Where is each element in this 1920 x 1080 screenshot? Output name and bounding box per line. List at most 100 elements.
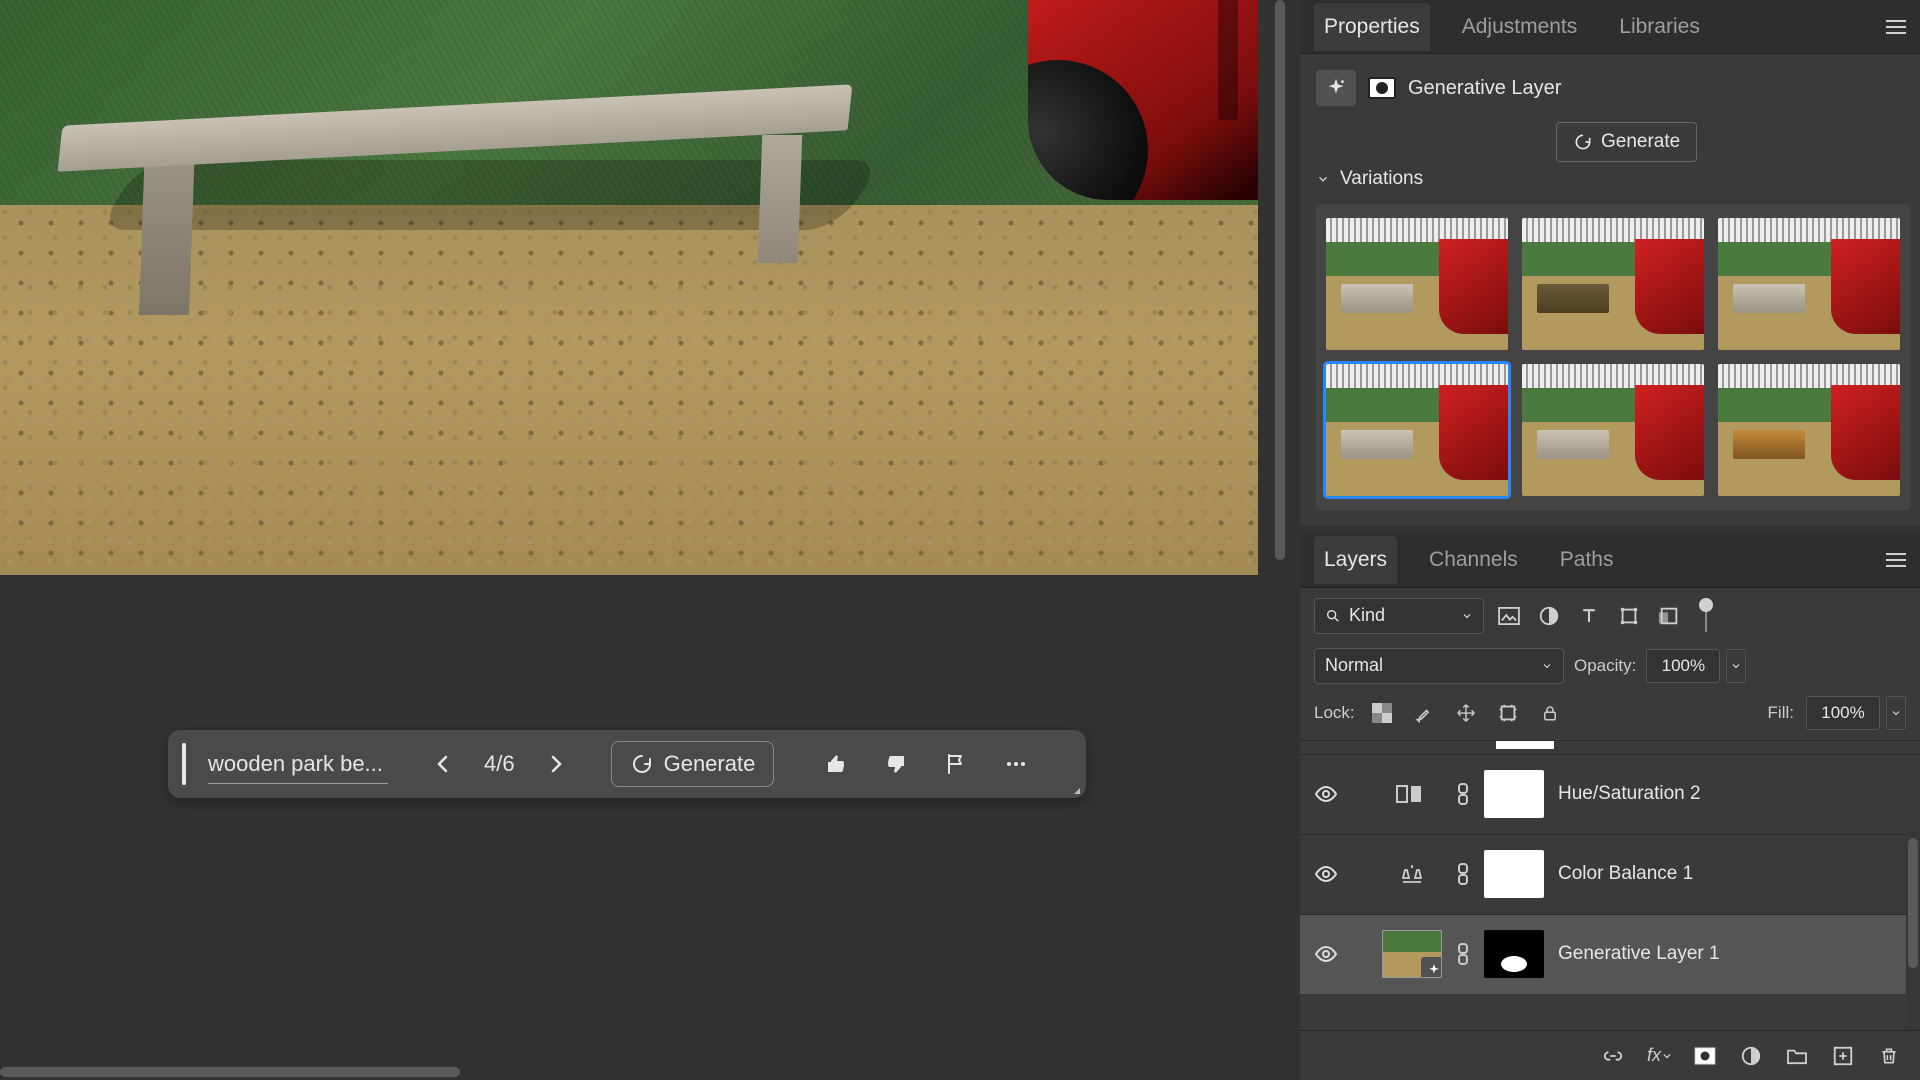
variation-thumb-3[interactable]	[1718, 218, 1900, 350]
drag-handle[interactable]	[182, 743, 186, 785]
report-button[interactable]	[944, 752, 968, 776]
thumbs-up-button[interactable]	[824, 752, 848, 776]
visibility-toggle[interactable]	[1314, 942, 1338, 966]
lock-icon	[1541, 703, 1559, 723]
layer-name: Hue/Saturation 2	[1558, 783, 1701, 805]
link-layers-button[interactable]	[1600, 1043, 1626, 1069]
shape-icon	[1618, 605, 1640, 627]
chevron-left-icon	[431, 752, 455, 776]
vertical-scrollbar[interactable]	[1272, 0, 1288, 1080]
document-image[interactable]	[0, 0, 1258, 575]
lock-pixels[interactable]	[1409, 698, 1439, 728]
layer-hue-saturation[interactable]: Hue/Saturation 2	[1300, 754, 1920, 834]
variation-thumb-2[interactable]	[1522, 218, 1704, 350]
properties-panel-menu[interactable]	[1886, 20, 1906, 34]
visibility-toggle[interactable]	[1314, 862, 1338, 886]
more-options-button[interactable]	[1004, 752, 1028, 776]
new-group-button[interactable]	[1784, 1043, 1810, 1069]
opacity-value[interactable]: 100%	[1646, 649, 1720, 683]
add-mask-button[interactable]	[1692, 1043, 1718, 1069]
panel-generate-button[interactable]: Generate	[1556, 122, 1697, 162]
contextual-task-bar: 4/6 Generate	[168, 730, 1086, 798]
new-layer-button[interactable]	[1830, 1043, 1856, 1069]
filter-type-layers[interactable]	[1574, 601, 1604, 631]
variation-thumb-5[interactable]	[1522, 364, 1704, 496]
adjustment-thumb	[1382, 770, 1442, 818]
filter-kind-dropdown[interactable]: Kind	[1314, 598, 1484, 634]
add-adjustment-button[interactable]	[1738, 1043, 1764, 1069]
fill-label[interactable]: Fill:	[1768, 703, 1794, 723]
lock-position[interactable]	[1451, 698, 1481, 728]
variation-thumb-4[interactable]	[1326, 364, 1508, 496]
layer-image-thumb[interactable]	[1382, 930, 1442, 978]
move-icon	[1455, 702, 1477, 724]
fill-flyout[interactable]	[1886, 696, 1906, 730]
link-icon[interactable]	[1456, 862, 1470, 886]
fill-value[interactable]: 100%	[1806, 696, 1880, 730]
thumbs-up-icon	[824, 752, 848, 776]
layer-mask-thumb[interactable]	[1484, 770, 1544, 818]
link-icon[interactable]	[1456, 942, 1470, 966]
next-variation-button[interactable]	[541, 749, 571, 779]
horizontal-scrollbar[interactable]	[0, 1064, 1258, 1080]
layer-mask-thumb[interactable]	[1484, 930, 1544, 978]
chevron-down-icon	[1730, 660, 1742, 672]
sparkle-icon	[1325, 77, 1347, 99]
layer-mask-thumb[interactable]	[1484, 850, 1544, 898]
tab-paths[interactable]: Paths	[1550, 536, 1624, 584]
mask-icon	[1694, 1047, 1716, 1065]
layers-panel-body: Kind Normal Opacity: 100%	[1300, 588, 1920, 1080]
generative-layer-icon	[1316, 70, 1356, 106]
variations-toggle[interactable]: Variations	[1316, 168, 1910, 190]
layer-effects-button[interactable]: fx	[1646, 1043, 1672, 1069]
layer-mask-icon	[1368, 77, 1396, 99]
blend-mode-dropdown[interactable]: Normal	[1314, 648, 1564, 684]
brush-icon	[1414, 703, 1434, 723]
filter-pixel-layers[interactable]	[1494, 601, 1524, 631]
layers-panel-menu[interactable]	[1886, 553, 1906, 567]
variation-thumb-6[interactable]	[1718, 364, 1900, 496]
partial-layer-above[interactable]	[1300, 740, 1920, 754]
filter-shape-layers[interactable]	[1614, 601, 1644, 631]
variation-counter: 4/6	[474, 751, 525, 777]
lock-all[interactable]	[1535, 698, 1565, 728]
blend-mode-value: Normal	[1325, 655, 1383, 676]
thumbs-down-button[interactable]	[884, 752, 908, 776]
tab-channels[interactable]: Channels	[1419, 536, 1528, 584]
folder-icon	[1786, 1047, 1808, 1065]
variation-thumb-1[interactable]	[1326, 218, 1508, 350]
filter-smart-objects[interactable]	[1654, 601, 1684, 631]
filter-kind-label: Kind	[1349, 605, 1385, 626]
bench-object	[60, 105, 850, 365]
properties-panel-body: Generative Layer Generate Variations	[1300, 54, 1920, 526]
tab-libraries[interactable]: Libraries	[1609, 3, 1710, 51]
filter-toggle[interactable]	[1702, 600, 1716, 632]
prompt-input[interactable]	[208, 744, 388, 784]
opacity-label[interactable]: Opacity:	[1574, 656, 1636, 676]
generate-button[interactable]: Generate	[611, 741, 775, 787]
layers-scrollbar[interactable]	[1906, 832, 1920, 1030]
link-icon[interactable]	[1456, 782, 1470, 806]
type-icon	[1579, 606, 1599, 626]
chevron-down-icon	[1890, 707, 1902, 719]
generate-icon	[1573, 132, 1593, 152]
delete-layer-button[interactable]	[1876, 1043, 1902, 1069]
layer-generative[interactable]: Generative Layer 1	[1300, 914, 1920, 994]
layer-color-balance[interactable]: Color Balance 1	[1300, 834, 1920, 914]
layer-name: Generative Layer 1	[1558, 943, 1720, 965]
lock-transparency[interactable]	[1367, 698, 1397, 728]
chevron-down-icon	[1461, 610, 1473, 622]
filter-adjustment-layers[interactable]	[1534, 601, 1564, 631]
tab-layers[interactable]: Layers	[1314, 536, 1397, 584]
layers-list: Hue/Saturation 2 Color Balance 1	[1300, 740, 1920, 1030]
visibility-toggle[interactable]	[1314, 782, 1338, 806]
taskbar-resize-corner[interactable]	[1074, 782, 1080, 794]
more-icon	[1004, 752, 1028, 776]
adjustment-icon	[1740, 1045, 1762, 1067]
tab-adjustments[interactable]: Adjustments	[1452, 3, 1588, 51]
lock-artboard[interactable]	[1493, 698, 1523, 728]
opacity-flyout[interactable]	[1726, 649, 1746, 683]
hamburger-icon	[1886, 553, 1906, 567]
tab-properties[interactable]: Properties	[1314, 3, 1430, 51]
previous-variation-button[interactable]	[428, 749, 458, 779]
